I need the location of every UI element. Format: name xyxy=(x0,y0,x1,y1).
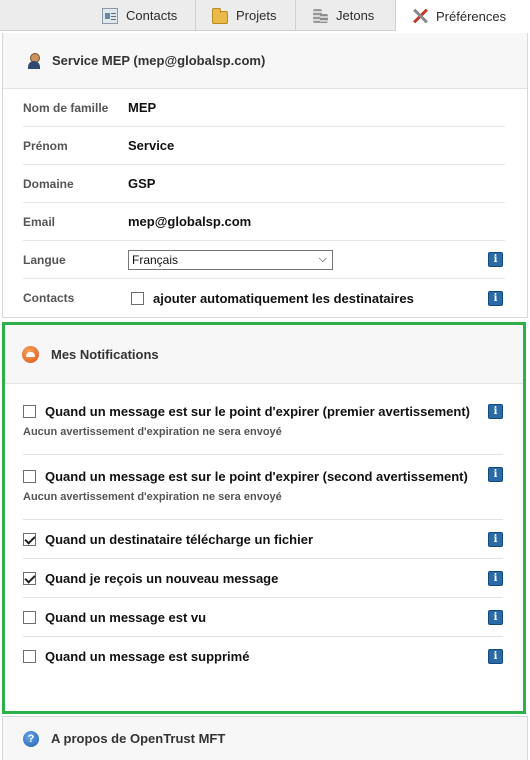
tab-preferences-label: Préférences xyxy=(436,8,507,24)
notification-item-download: Quand un destinataire télécharge un fich… xyxy=(23,520,503,559)
notification-bell-icon xyxy=(22,345,39,363)
notification-item-deleted: Quand un message est supprimé i xyxy=(23,637,503,675)
langue-label: Langue xyxy=(23,252,66,267)
prenom-value: Service xyxy=(128,138,175,153)
row-email: Email mep@globalsp.com xyxy=(23,203,505,241)
about-card[interactable]: ? A propos de OpenTrust MFT xyxy=(2,716,528,760)
contacts-icon xyxy=(102,7,118,24)
deleted-checkbox[interactable] xyxy=(23,649,36,663)
info-icon[interactable]: i xyxy=(488,252,503,267)
row-prenom: Prénom Service xyxy=(23,127,505,165)
download-label: Quand un destinataire télécharge un fich… xyxy=(45,531,314,547)
new-message-checkbox[interactable] xyxy=(23,571,36,585)
tools-icon xyxy=(412,8,428,24)
info-icon[interactable]: i xyxy=(488,290,503,306)
help-icon: ? xyxy=(23,730,39,747)
tab-bar: Contacts Projets Jetons Préférences xyxy=(0,0,530,32)
tab-jetons-label: Jetons xyxy=(336,8,375,23)
tab-preferences[interactable]: Préférences xyxy=(396,0,530,32)
tab-projets[interactable]: Projets xyxy=(196,0,296,31)
download-checkbox[interactable] xyxy=(23,532,36,546)
expire-second-label: Quand un message est sur le point d'expi… xyxy=(45,468,468,484)
tab-contacts[interactable]: Contacts xyxy=(86,0,196,31)
profile-card: Service MEP (mep@globalsp.com) Nom de fa… xyxy=(2,33,528,318)
deleted-label: Quand un message est supprimé xyxy=(45,648,250,664)
profile-title: Service MEP (mep@globalsp.com) xyxy=(52,53,266,68)
info-icon[interactable]: i xyxy=(488,649,503,664)
notifications-header: Mes Notifications xyxy=(5,325,523,384)
expire-second-note: Aucun avertissement d'expiration ne sera… xyxy=(23,491,282,503)
notification-item-viewed: Quand un message est vu i xyxy=(23,598,503,637)
info-icon[interactable]: i xyxy=(488,532,503,547)
notifications-title: Mes Notifications xyxy=(51,346,159,362)
domaine-label: Domaine xyxy=(23,176,74,191)
auto-add-recipients-checkbox[interactable] xyxy=(131,291,144,305)
notification-item-new-message: Quand je reçois un nouveau message i xyxy=(23,559,503,598)
notification-item-expire-second: Quand un message est sur le point d'expi… xyxy=(23,455,503,520)
viewed-label: Quand un message est vu xyxy=(45,609,207,625)
info-icon[interactable]: i xyxy=(488,610,503,625)
info-icon[interactable]: i xyxy=(488,571,503,586)
domaine-value: GSP xyxy=(128,176,156,191)
email-label: Email xyxy=(23,214,56,229)
user-icon xyxy=(26,52,42,69)
viewed-checkbox[interactable] xyxy=(23,610,36,624)
info-icon[interactable]: i xyxy=(488,404,503,419)
tab-jetons[interactable]: Jetons xyxy=(296,0,396,31)
row-nom: Nom de famille MEP xyxy=(23,89,505,127)
row-contacts: Contacts ajouter automatiquement les des… xyxy=(23,279,505,317)
row-langue: Langue Français ⌵ i xyxy=(23,241,505,279)
expire-first-checkbox[interactable] xyxy=(23,404,36,418)
prenom-label: Prénom xyxy=(23,138,68,153)
notification-item-expire-first: Quand un message est sur le point d'expi… xyxy=(23,392,503,455)
new-message-label: Quand je reçois un nouveau message xyxy=(45,570,279,586)
info-icon[interactable]: i xyxy=(488,467,503,482)
expire-second-checkbox[interactable] xyxy=(23,469,36,483)
language-select-value: Français xyxy=(132,252,179,267)
email-value: mep@globalsp.com xyxy=(128,214,252,229)
row-domaine: Domaine GSP xyxy=(23,165,505,203)
profile-header: Service MEP (mep@globalsp.com) xyxy=(3,33,527,89)
nom-value: MEP xyxy=(128,100,157,115)
about-title: A propos de OpenTrust MFT xyxy=(51,731,226,746)
coins-icon xyxy=(312,8,328,24)
folder-icon xyxy=(212,7,228,24)
expire-first-label: Quand un message est sur le point d'expi… xyxy=(45,403,471,419)
tab-contacts-label: Contacts xyxy=(126,8,178,23)
expire-first-note: Aucun avertissement d'expiration ne sera… xyxy=(23,426,282,438)
nom-label: Nom de famille xyxy=(23,100,109,115)
tab-projets-label: Projets xyxy=(236,8,277,23)
language-select[interactable]: Français ⌵ xyxy=(128,249,333,270)
chevron-down-icon: ⌵ xyxy=(318,252,327,265)
contacts-label: Contacts xyxy=(23,291,75,305)
auto-add-recipients-label: ajouter automatiquement les destinataire… xyxy=(153,290,414,306)
notifications-card: Mes Notifications Quand un message est s… xyxy=(2,322,526,714)
